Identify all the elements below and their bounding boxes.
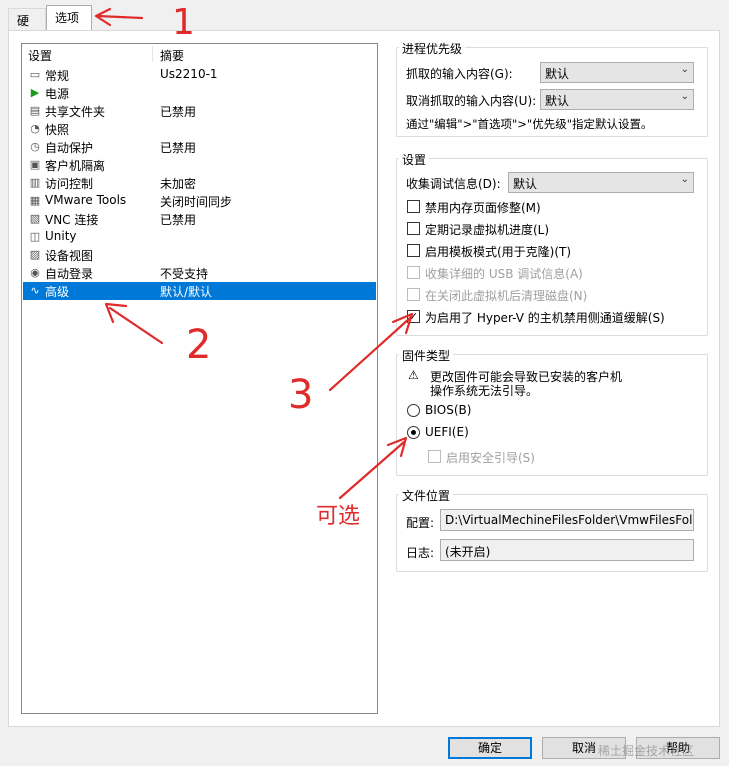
autoprotect-icon: ◷ [30,140,40,153]
settings-list[interactable]: 设置 摘要 ▭ 常规 Us2210-1 ▶ 电源 ▤ 共享文件夹 已禁用 ◔ 快照 ◷ 自动保护 已禁用… [21,43,378,714]
firmware-group-title: 固件类型 [399,347,454,364]
settings-list-item[interactable]: ◫ Unity [23,228,376,246]
settings-list-item[interactable]: ◔ 快照 [23,120,376,138]
annotation-optional: 可选 [316,504,361,529]
log-label: 日志: [406,546,435,560]
ok-button[interactable]: 确定 [448,737,532,759]
settings-item-summary: 已禁用 [160,141,197,155]
ungrabbed-input-label: 取消抓取的输入内容(U): [406,94,537,108]
config-label: 配置: [406,516,435,530]
settings-list-item[interactable]: ▤ 共享文件夹 已禁用 [23,102,376,120]
radio-circle [407,426,420,439]
grabbed-input-select[interactable]: 默认 ⌄ [540,62,694,83]
firmware-warning-line2: 操作系统无法引导。 [430,384,539,398]
settings-item-name: 访问控制 [45,177,94,191]
settings-list-item[interactable]: ▧ VNC 连接 已禁用 [23,210,376,228]
checkmark-icon: ✓ [407,310,420,323]
general-icon: ▭ [29,68,41,81]
config-path-field[interactable]: D:\VirtualMechineFilesFolder\VmwFilesFol… [440,509,694,531]
settings-item-summary: 已禁用 [160,213,197,227]
settings-item-name: Unity [45,229,77,243]
settings-item-summary: 默认/默认 [160,285,213,299]
settings-option-label: 定期记录虚拟机进度(L) [425,223,550,237]
file-location-title: 文件位置 [399,487,454,504]
annotation-3: 3 [288,372,314,418]
settings-item-name: 快照 [45,123,70,137]
log-path-field[interactable]: (未开启) [440,539,694,561]
settings-list-item[interactable]: ◉ 自动登录 不受支持 [23,264,376,282]
ungrabbed-input-select[interactable]: 默认 ⌄ [540,89,694,110]
settings-list-item[interactable]: ∿ 高级 默认/默认 [23,282,376,300]
settings-option-label: 在关闭此虚拟机后清理磁盘(N) [425,289,588,303]
settings-list-item[interactable]: ▥ 访问控制 未加密 [23,174,376,192]
vnc-icon: ▧ [29,212,41,225]
settings-item-name: 高级 [45,285,70,299]
advanced-icon: ∿ [30,284,40,297]
vmware-tools-icon: ▦ [29,194,41,207]
checkbox-box [407,222,420,235]
checkbox-box [407,288,420,301]
power-icon: ▶ [30,86,40,99]
settings-option-label: 为启用了 Hyper-V 的主机禁用侧通道缓解(S) [425,311,665,325]
grabbed-input-label: 抓取的输入内容(G): [406,67,513,81]
settings-list-item[interactable]: ▦ VMware Tools 关闭时间同步 [23,192,376,210]
shared-folder-icon: ▤ [29,104,41,117]
checkbox-box [407,266,420,279]
list-header-divider [152,46,153,62]
settings-item-name: 共享文件夹 [45,105,106,119]
settings-list-item[interactable]: ▣ 客户机隔离 [23,156,376,174]
radio-circle [407,404,420,417]
settings-item-name: 常规 [45,69,70,83]
settings-list-item[interactable]: ▨ 设备视图 [23,246,376,264]
settings-item-summary: 已禁用 [160,105,197,119]
settings-item-summary: 未加密 [160,177,197,191]
vm-settings-dialog: 硬件 选项 设置 摘要 ▭常规Us2210-1▶电源▤共享文件夹已禁用◔快照◷自… [0,0,729,766]
watermark: 稀土掘金技术社区 [598,744,695,758]
settings-item-name: 自动登录 [45,267,94,281]
settings-item-name: 设备视图 [45,249,94,263]
tab-options[interactable]: 选项 [46,5,92,31]
settings-item-name: 客户机隔离 [45,159,106,173]
lock-icon: ▥ [29,176,41,189]
settings-item-name: VNC 连接 [45,213,99,227]
settings-option-label: 禁用内存页面修整(M) [425,201,541,215]
warning-icon: ⚠ [408,368,419,382]
priority-note: 通过"编辑">"首选项">"优先级"指定默认设置。 [406,117,653,131]
settings-item-name: 电源 [45,87,70,101]
settings-list-item[interactable]: ▶ 电源 [23,84,376,102]
chevron-down-icon: ⌄ [680,91,689,102]
settings-list-item[interactable]: ▭ 常规 Us2210-1 [23,66,376,84]
isolation-icon: ▣ [29,158,41,171]
annotation-2: 2 [186,322,212,368]
tab-hardware[interactable]: 硬件 [8,8,46,45]
annotation-1: 1 [172,2,195,43]
priority-group-title: 进程优先级 [399,40,466,57]
checkbox-box [407,200,420,213]
settings-item-name: 自动保护 [45,141,94,155]
checkbox-box [407,244,420,257]
settings-group-title: 设置 [399,151,430,168]
settings-list-item[interactable]: ◷ 自动保护 已禁用 [23,138,376,156]
settings-item-name: VMware Tools [45,193,127,207]
snapshot-icon: ◔ [30,122,40,135]
chevron-down-icon: ⌄ [680,174,689,185]
settings-option-label: 启用模板模式(用于克隆)(T) [425,245,572,259]
settings-item-summary: Us2210-1 [160,67,218,81]
settings-item-summary: 不受支持 [160,267,209,281]
settings-option-label: 收集详细的 USB 调试信息(A) [425,267,583,281]
chevron-down-icon: ⌄ [680,64,689,75]
settings-item-summary: 关闭时间同步 [160,195,233,209]
list-header-setting[interactable]: 设置 [28,47,52,64]
unity-icon: ◫ [29,230,41,243]
list-header-summary[interactable]: 摘要 [160,47,184,64]
debug-info-label: 收集调试信息(D): [406,177,501,191]
device-view-icon: ▨ [29,248,41,261]
debug-info-select[interactable]: 默认 ⌄ [508,172,694,193]
autologin-icon: ◉ [30,266,40,279]
